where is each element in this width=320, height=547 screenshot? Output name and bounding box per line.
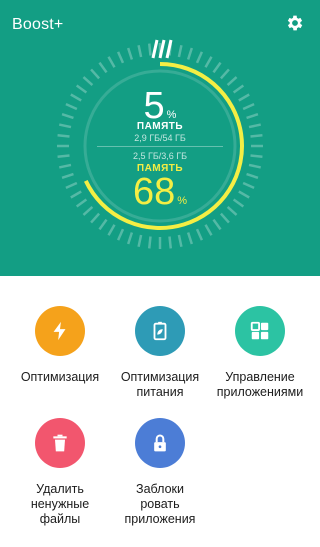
gauge-start-marker bbox=[151, 39, 173, 59]
gauge-tick bbox=[82, 76, 94, 87]
battery-leaf-icon bbox=[153, 321, 167, 341]
lock-apps-button[interactable]: Заблоки ровать приложения bbox=[110, 418, 210, 527]
gauge-tick bbox=[90, 68, 101, 80]
power-optimize-button[interactable]: Оптимизация питания bbox=[110, 306, 210, 400]
gauge-tick bbox=[212, 61, 222, 74]
trash-icon bbox=[53, 434, 67, 452]
optimize-label-line: Оптимизация bbox=[20, 370, 100, 384]
manage-apps-label: Управление приложениями bbox=[210, 370, 310, 400]
manage-apps-button[interactable]: Управление приложениями bbox=[210, 306, 310, 400]
gauge-tick bbox=[98, 218, 108, 231]
delete-junk-label-line-1: Удалить bbox=[36, 482, 84, 496]
gauge-tick bbox=[116, 51, 125, 64]
gauge-tick bbox=[204, 56, 213, 68]
storage-percent-sign: % bbox=[166, 109, 177, 121]
lock-apps-label-line-2: ровать bbox=[140, 497, 180, 511]
memory-percent: 68% bbox=[0, 172, 320, 221]
optimize-button[interactable]: Оптимизация bbox=[10, 306, 110, 385]
storage-detail: 2,9 ГБ/54 ГБ bbox=[134, 133, 186, 143]
lock-apps-label: Заблоки ровать приложения bbox=[110, 482, 210, 527]
delete-junk-label: Удалить ненужные файлы bbox=[10, 482, 110, 527]
optimize-label: Оптимизация bbox=[10, 370, 110, 385]
delete-junk-label-line-3: файлы bbox=[39, 512, 81, 526]
lock-icon bbox=[154, 434, 166, 452]
gauge-tick bbox=[168, 236, 173, 249]
power-optimize-icon-circle bbox=[135, 306, 185, 356]
gauge-tick bbox=[186, 232, 194, 245]
gauge-tick bbox=[195, 51, 204, 64]
gauge-tick bbox=[137, 234, 143, 248]
gauge-marker-bar bbox=[158, 39, 166, 59]
power-optimize-label-line-2: питания bbox=[136, 385, 184, 399]
lightning-icon bbox=[53, 321, 66, 341]
gauge-tick bbox=[126, 47, 134, 60]
memory-detail: 2,5 ГБ/3,6 ГБ bbox=[132, 151, 188, 161]
gauge-tick bbox=[147, 43, 152, 56]
gauge-tick bbox=[186, 47, 194, 60]
manage-apps-label-line-2: приложениями bbox=[216, 385, 304, 399]
gauge-tick bbox=[226, 76, 238, 87]
boost-header-panel: Boost+ 5% ПАМЯТЬ 2,9 ГБ/54 ГБ 2,5 ГБ/3,6… bbox=[0, 0, 320, 276]
gear-icon[interactable] bbox=[285, 13, 305, 33]
app-grid-icon bbox=[250, 321, 269, 340]
gauge-tick bbox=[219, 68, 230, 80]
gauge-tick bbox=[204, 224, 213, 236]
gauge-tick bbox=[98, 61, 108, 74]
storage-label: ПАМЯТЬ bbox=[136, 121, 184, 132]
stats-divider bbox=[97, 146, 223, 147]
gauge-tick bbox=[126, 232, 134, 245]
delete-junk-button[interactable]: Удалить ненужные файлы bbox=[10, 418, 110, 527]
lock-apps-label-line-3: приложения bbox=[124, 512, 196, 526]
lock-apps-icon-circle bbox=[135, 418, 185, 468]
manage-apps-label-line-1: Управление bbox=[225, 370, 295, 384]
gauge-marker-bar bbox=[151, 39, 159, 59]
optimize-icon-circle bbox=[35, 306, 85, 356]
manage-apps-icon-circle bbox=[235, 306, 285, 356]
power-optimize-label: Оптимизация питания bbox=[110, 370, 210, 400]
memory-percent-sign: % bbox=[177, 195, 188, 207]
gauge-tick bbox=[147, 236, 152, 249]
gauge-tick bbox=[107, 224, 116, 236]
gauge-tick bbox=[107, 56, 116, 68]
gauge-tick bbox=[137, 44, 143, 58]
gauge-tick bbox=[212, 218, 222, 231]
power-optimize-label-line-1: Оптимизация bbox=[120, 370, 200, 384]
gauge-tick bbox=[177, 234, 183, 248]
gauge-tick bbox=[116, 228, 125, 241]
memory-percent-value: 68 bbox=[132, 171, 176, 213]
app-title: Boost+ bbox=[12, 16, 64, 33]
gauge-tick bbox=[195, 228, 204, 241]
gauge-tick bbox=[177, 44, 183, 58]
lock-apps-label-line-1: Заблоки bbox=[136, 482, 184, 496]
delete-junk-icon-circle bbox=[35, 418, 85, 468]
delete-junk-label-line-2: ненужные bbox=[30, 497, 90, 511]
